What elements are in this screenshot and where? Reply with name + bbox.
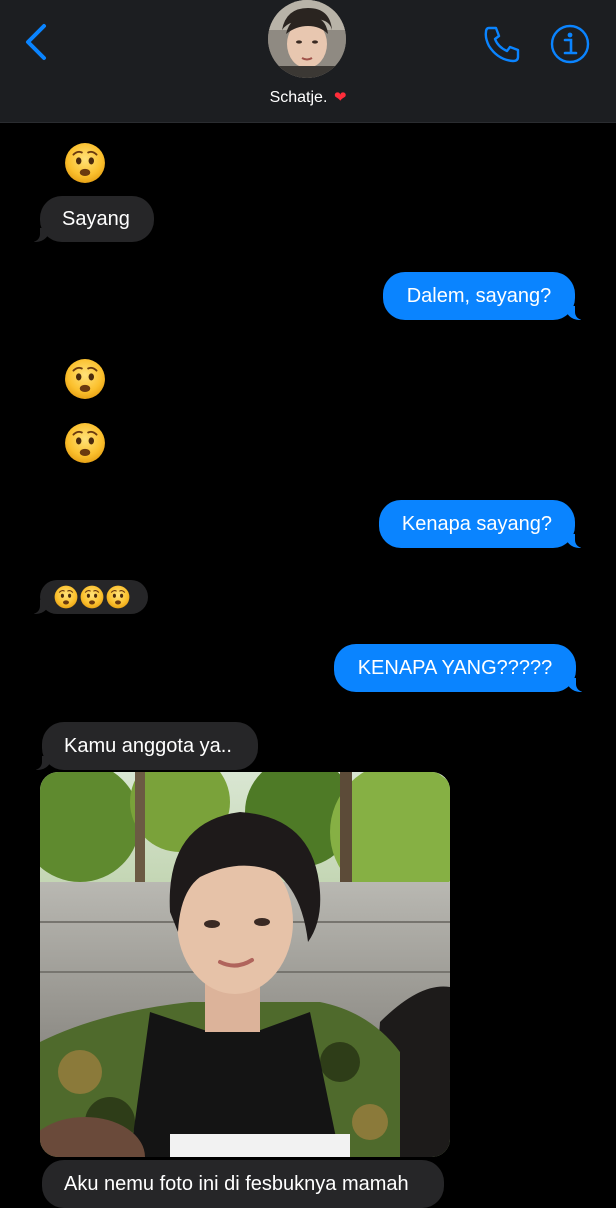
info-icon	[550, 24, 590, 64]
photo-message[interactable]	[40, 772, 450, 1157]
contact-name[interactable]: Schatje. ❤	[0, 88, 616, 107]
avatar-image	[268, 0, 346, 78]
conversation-header: Schatje. ❤	[0, 0, 616, 123]
emoji-message[interactable]	[64, 142, 106, 184]
incoming-message-bubble[interactable]: Aku nemu foto ini di fesbuknya mamah	[42, 1160, 444, 1208]
outgoing-message-bubble[interactable]: Dalem, sayang?	[383, 272, 585, 320]
message-text: Sayang	[62, 208, 130, 230]
back-button[interactable]	[18, 22, 58, 62]
message-text: Kenapa sayang?	[401, 513, 553, 535]
worried-face-emoji-icon	[64, 142, 106, 184]
emoji-message[interactable]	[64, 358, 106, 400]
emoji-message[interactable]	[64, 422, 106, 464]
contact-avatar[interactable]	[268, 0, 346, 78]
message-text: KENAPA YANG?????	[357, 657, 553, 679]
chevron-left-icon	[26, 24, 46, 60]
incoming-message-bubble[interactable]: Kamu anggota ya..	[32, 722, 258, 770]
worried-face-emoji-icon	[64, 358, 106, 400]
contact-name-text: Schatje.	[269, 89, 328, 106]
photo-image	[40, 772, 450, 1157]
worried-face-emoji-icon	[106, 585, 130, 609]
message-text: Aku nemu foto ini di fesbuknya mamah	[64, 1173, 409, 1195]
incoming-message-bubble[interactable]: Sayang	[30, 196, 154, 242]
worried-face-emoji-icon	[64, 422, 106, 464]
call-button[interactable]	[480, 22, 524, 66]
message-text: Kamu anggota ya..	[64, 735, 232, 757]
phone-icon	[484, 26, 520, 63]
info-button[interactable]	[548, 22, 592, 66]
outgoing-message-bubble[interactable]: KENAPA YANG?????	[334, 644, 586, 692]
incoming-emoji-bubble[interactable]	[30, 580, 148, 614]
outgoing-message-bubble[interactable]: Kenapa sayang?	[379, 500, 585, 548]
worried-face-emoji-icon	[54, 585, 78, 609]
message-text: Dalem, sayang?	[406, 285, 552, 307]
heart-icon: ❤	[333, 89, 347, 106]
worried-face-emoji-icon	[80, 585, 104, 609]
